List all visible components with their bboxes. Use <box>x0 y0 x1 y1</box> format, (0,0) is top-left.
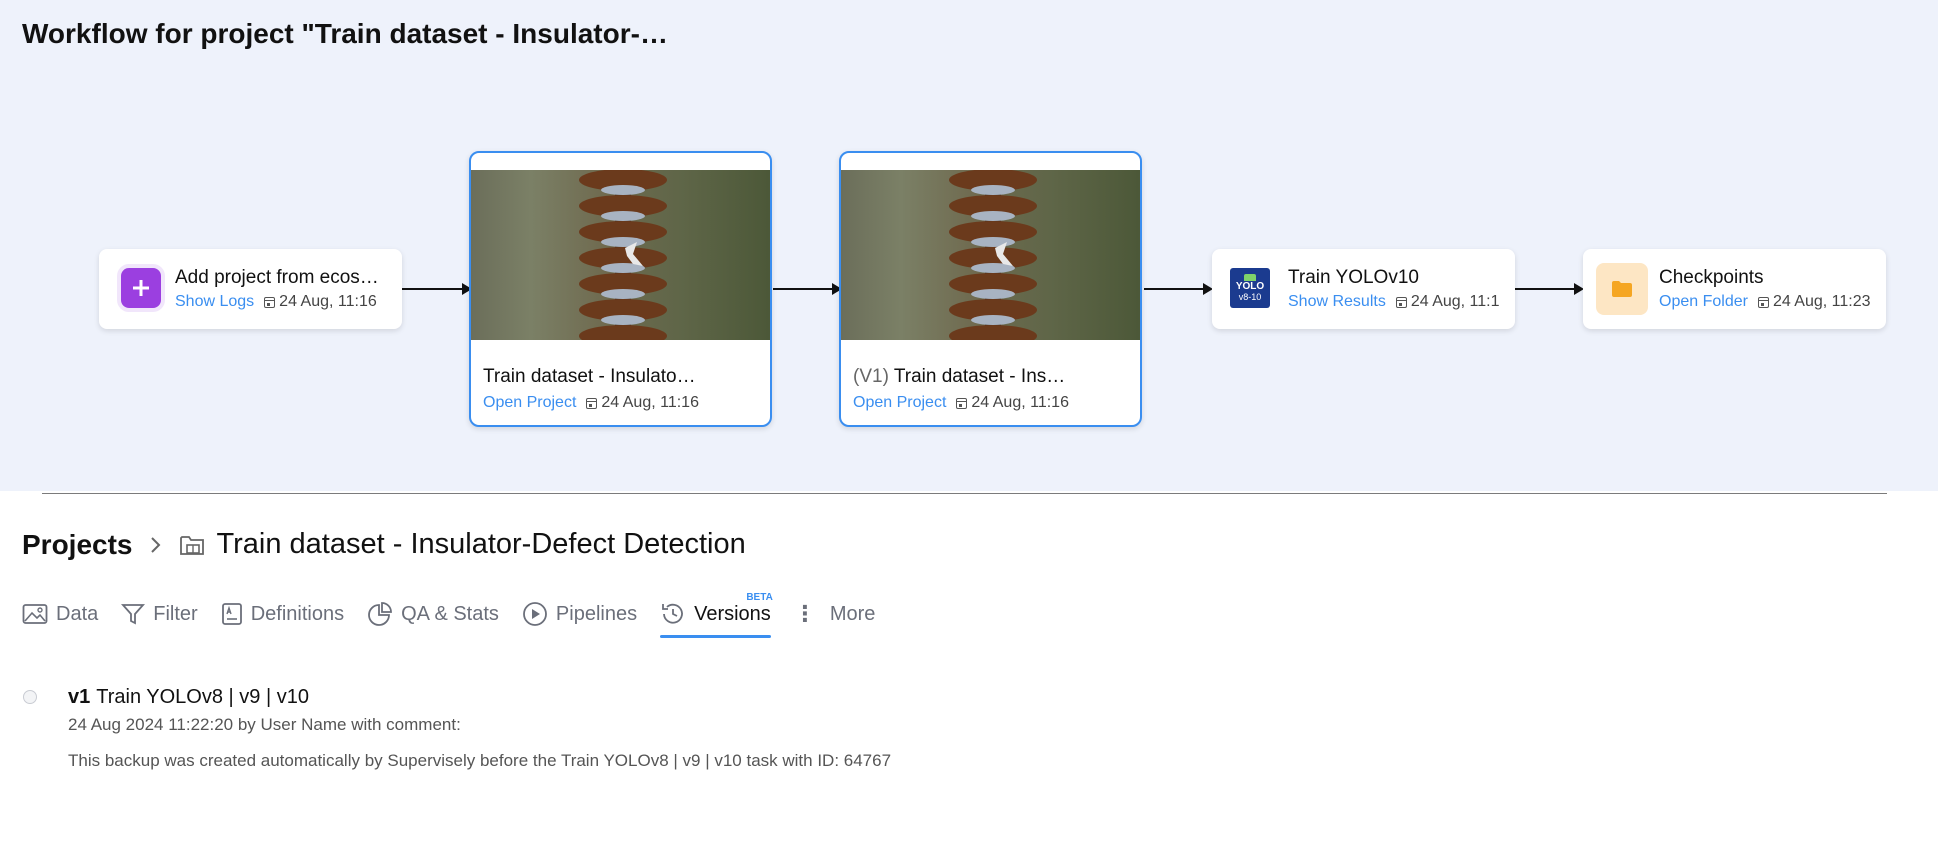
open-folder-link[interactable]: Open Folder <box>1659 293 1748 311</box>
yolo-icon-text: YOLO <box>1235 281 1265 292</box>
tab-label: Pipelines <box>555 602 638 625</box>
version-title: v1 Train YOLOv8 | v9 | v10 <box>68 686 309 709</box>
version-tag: v1 <box>68 686 91 708</box>
node-title: Add project from ecos… <box>175 267 379 288</box>
calendar-icon <box>1757 296 1769 308</box>
yolo-icon: YOLO v8-10 <box>1230 268 1270 308</box>
tab-versions[interactable]: Versions BETA <box>660 592 773 638</box>
calendar-icon <box>956 397 968 409</box>
open-project-link[interactable]: Open Project <box>483 394 576 412</box>
node-date: 24 Aug, 11:23 <box>1757 293 1871 311</box>
open-project-link[interactable]: Open Project <box>853 394 946 412</box>
node-title-text: Train dataset - Ins… <box>893 366 1066 387</box>
node-date: 24 Aug, 11:1 <box>1395 293 1500 311</box>
node-date: 24 Aug, 11:16 <box>956 394 1069 412</box>
version-tag: (V1) <box>853 366 889 387</box>
history-icon <box>662 603 683 624</box>
workflow-arrow <box>402 283 472 295</box>
workflow-arrow <box>1144 283 1213 295</box>
version-radio[interactable] <box>23 690 37 704</box>
tab-label: Data <box>56 602 99 625</box>
filter-icon <box>121 604 146 625</box>
workflow-arrow <box>773 283 842 295</box>
insulator-image <box>949 170 1037 340</box>
node-date-text: 24 Aug, 11:1 <box>1410 293 1500 310</box>
node-date-text: 24 Aug, 11:16 <box>971 394 1069 411</box>
project-tabs: Data Filter Definitions QA & Stats Pipel… <box>22 592 898 638</box>
node-date-text: 24 Aug, 11:16 <box>601 394 699 411</box>
breadcrumb-current: Train dataset - Insulator-Defect Detecti… <box>179 528 746 561</box>
tab-label: More <box>829 602 876 625</box>
node-date: 24 Aug, 11:16 <box>264 293 377 311</box>
node-title: Train YOLOv10 <box>1288 267 1419 288</box>
workflow-arrow <box>1515 283 1584 295</box>
workflow-node-project[interactable]: Train dataset - Insulato… Open Project 2… <box>469 151 772 427</box>
breadcrumb-current-title: Train dataset - Insulator-Defect Detecti… <box>216 528 746 560</box>
workflow-node-checkpoints[interactable]: Checkpoints Open Folder 24 Aug, 11:23 <box>1583 249 1886 329</box>
node-date-text: 24 Aug, 11:16 <box>279 293 377 310</box>
project-thumbnail <box>841 170 1140 340</box>
section-divider <box>42 493 1887 494</box>
node-title: Train dataset - Insulato… <box>483 366 696 387</box>
calendar-icon <box>264 296 276 308</box>
project-thumbnail <box>471 170 770 340</box>
version-name: Train YOLOv8 | v9 | v10 <box>96 686 309 708</box>
node-date: 24 Aug, 11:16 <box>586 394 699 412</box>
node-title: Checkpoints <box>1659 267 1764 288</box>
node-title: (V1) Train dataset - Ins… <box>853 366 1120 388</box>
play-circle-icon <box>523 602 547 626</box>
image-icon <box>22 604 48 624</box>
tab-more[interactable]: More <box>830 594 876 634</box>
tab-label: Filter <box>153 602 198 625</box>
tab-label: Versions <box>694 602 771 625</box>
kebab-icon[interactable]: ⋮ <box>794 601 816 627</box>
folder-icon <box>1596 263 1648 315</box>
show-results-link[interactable]: Show Results <box>1288 293 1386 311</box>
breadcrumb-projects-link[interactable]: Projects <box>22 529 133 561</box>
project-folder-icon <box>179 535 204 555</box>
beta-badge: BETA <box>746 592 773 603</box>
node-date-text: 24 Aug, 11:23 <box>1772 293 1871 310</box>
yolo-icon-subtext: v8-10 <box>1238 292 1262 302</box>
tab-definitions[interactable]: Definitions <box>221 594 344 634</box>
tab-filter[interactable]: Filter <box>121 594 198 634</box>
workflow-title: Workflow for project "Train dataset - In… <box>22 18 668 49</box>
calendar-icon <box>586 397 598 409</box>
workflow-node-train-yolo[interactable]: YOLO v8-10 Train YOLOv10 Show Results 24… <box>1212 249 1515 329</box>
tab-data[interactable]: Data <box>22 594 98 634</box>
show-logs-link[interactable]: Show Logs <box>175 293 254 311</box>
tab-pipelines[interactable]: Pipelines <box>522 594 637 634</box>
plus-icon <box>121 268 161 308</box>
insulator-image <box>579 170 667 340</box>
chevron-right-icon <box>150 536 160 553</box>
pie-chart-icon <box>368 602 392 626</box>
breadcrumb: Projects Train dataset - Insulator-Defec… <box>22 528 746 561</box>
workflow-node-add-project[interactable]: Add project from ecos… Show Logs 24 Aug,… <box>99 249 402 329</box>
version-comment: This backup was created automatically by… <box>68 751 892 770</box>
calendar-icon <box>1395 296 1407 308</box>
workflow-panel: Workflow for project "Train dataset - In… <box>0 0 1938 491</box>
tab-label: QA & Stats <box>401 602 499 625</box>
definitions-icon <box>221 603 242 625</box>
workflow-node-project-version[interactable]: (V1) Train dataset - Ins… Open Project 2… <box>839 151 1142 427</box>
tab-qa-stats[interactable]: QA & Stats <box>367 594 499 634</box>
version-meta: 24 Aug 2024 11:22:20 by User Name with c… <box>68 715 461 734</box>
tab-label: Definitions <box>250 602 345 625</box>
